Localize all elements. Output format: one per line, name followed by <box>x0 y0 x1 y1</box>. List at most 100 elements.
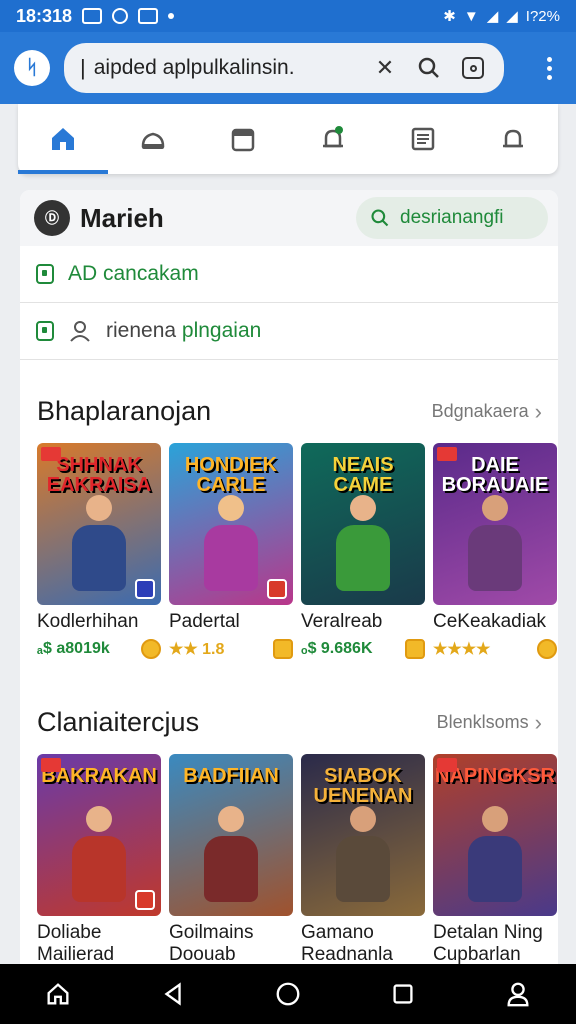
game-cover-image[interactable]: NAPINGKSR <box>433 754 557 916</box>
message-icon <box>82 8 103 24</box>
game-card[interactable]: NAPINGKSR Detalan Ning Cupbarlan <box>433 754 557 966</box>
game-card[interactable]: SHHNAK EAKRAISA Kodlerhihan ₐ$ a8019k <box>37 443 161 659</box>
hero-illustration <box>196 495 266 595</box>
game-title: CeKeakadiak <box>433 611 547 632</box>
search-icon[interactable] <box>412 51 446 85</box>
notification-dot-icon <box>168 13 175 19</box>
person-icon <box>70 321 90 342</box>
game-cover-image[interactable]: BAKRAKAN <box>37 754 161 916</box>
back-icon[interactable] <box>159 980 187 1008</box>
tab-cloud[interactable] <box>108 104 198 174</box>
game-card[interactable]: NEAIS CAME Veralreab ₒ$ 9.686K <box>301 443 425 659</box>
bell-icon <box>323 126 343 148</box>
section-header: Bhaplaranojan Bdgnakaera › <box>20 396 558 427</box>
game-row: SHHNAK EAKRAISA Kodlerhihan ₐ$ a8019k HO… <box>20 443 558 659</box>
folder-icon <box>231 128 255 152</box>
game-cover-image[interactable]: SIABOK UENENAN <box>301 754 425 916</box>
section-header: Claniaitercjus Blenklsoms › <box>20 707 558 738</box>
game-title: Gamano Readnanla <box>301 922 393 965</box>
play-icon <box>267 579 287 599</box>
battery-level: I?2% <box>525 7 560 25</box>
game-card[interactable]: DAIE BORAUAIE CeKeakadiak ★★★★ <box>433 443 557 659</box>
lock-icon <box>36 264 54 284</box>
play-icon <box>135 890 155 910</box>
coin-icon <box>537 639 557 659</box>
home-icon <box>52 128 74 150</box>
app-icon <box>138 8 159 24</box>
overview-icon[interactable] <box>389 980 417 1008</box>
see-more-link[interactable]: Bdgnakaera › <box>432 399 542 425</box>
address-bar[interactable]: | aipded aplpulkalinsin. ✕ <box>64 43 504 93</box>
account-name: Marieh <box>80 202 164 233</box>
list-item-label: AD cancakam <box>68 262 199 285</box>
status-bar: 18:318 ✱ ▼ ◢ ◢ I?2% <box>0 0 576 32</box>
tab-bar <box>18 104 558 174</box>
see-more-link[interactable]: Blenklsoms › <box>437 710 542 736</box>
clear-icon[interactable]: ✕ <box>368 51 402 85</box>
hero-illustration <box>328 495 398 595</box>
signal-icon-2: ◢ <box>506 8 518 25</box>
text-cursor: | <box>80 55 86 80</box>
game-meta: ★★ 1.8 <box>169 639 293 659</box>
game-meta: ₒ$ 9.686K <box>301 639 425 659</box>
game-title: Goilmains Doouab <box>169 922 254 965</box>
tab-list[interactable] <box>378 104 468 174</box>
game-cover-image[interactable]: NEAIS CAME <box>301 443 425 605</box>
badge-icon <box>437 447 457 461</box>
lens-icon[interactable] <box>456 51 490 85</box>
coin-icon <box>273 639 293 659</box>
game-meta: ₐ$ a8019k <box>37 639 161 659</box>
tab-alerts[interactable] <box>468 104 558 174</box>
hero-illustration <box>328 806 398 906</box>
chevron-right-icon: › <box>534 398 542 424</box>
game-card[interactable]: BADFIIAN Goilmains Doouab <box>169 754 293 966</box>
game-title: Doliabe Mailierad <box>37 922 115 965</box>
search-button[interactable]: desrianangfi <box>356 197 548 239</box>
hero-illustration <box>64 495 134 595</box>
home-icon[interactable] <box>44 980 72 1008</box>
game-cover-image[interactable]: BADFIIAN <box>169 754 293 916</box>
hero-illustration <box>196 806 266 906</box>
main-content: Ⓓ Marieh desrianangfi AD cancakam rienen… <box>20 190 558 980</box>
chevron-right-icon: › <box>534 709 542 735</box>
recents-circle-icon[interactable] <box>274 980 302 1008</box>
game-cover-image[interactable]: SHHNAK EAKRAISA <box>37 443 161 605</box>
more-menu-icon[interactable] <box>537 53 562 84</box>
address-text[interactable]: aipded aplpulkalinsin. <box>94 56 358 80</box>
status-time: 18:318 <box>16 5 73 26</box>
game-title: Padertal <box>169 611 240 632</box>
game-card[interactable]: SIABOK UENENAN Gamano Readnanla <box>301 754 425 966</box>
camera-icon <box>112 8 129 24</box>
hero-illustration <box>460 806 530 906</box>
list-item[interactable]: AD cancakam <box>20 246 558 303</box>
game-title: Veralreab <box>301 611 383 632</box>
section-title: Bhaplaranojan <box>37 396 212 426</box>
section-title: Claniaitercjus <box>37 707 200 737</box>
tab-folder[interactable] <box>198 104 288 174</box>
bluetooth-icon: ✱ <box>443 8 456 25</box>
coin-icon <box>405 639 425 659</box>
game-title: Detalan Ning Cupbarlan <box>433 922 543 965</box>
browser-toolbar: ᛋ | aipded aplpulkalinsin. ✕ <box>0 32 576 104</box>
coin-icon <box>141 639 161 659</box>
avatar[interactable]: Ⓓ <box>34 200 70 236</box>
game-card[interactable]: BAKRAKAN Doliabe Mailierad <box>37 754 161 966</box>
hero-illustration <box>460 495 530 595</box>
game-meta: ★★★★ <box>433 639 557 659</box>
tab-home[interactable] <box>18 104 108 174</box>
game-row: BAKRAKAN Doliabe Mailierad BADFIIAN Goil… <box>20 754 558 966</box>
badge-icon <box>41 758 61 772</box>
play-icon <box>135 579 155 599</box>
badge-icon <box>437 758 457 772</box>
badge-icon <box>41 447 61 461</box>
search-button-label: desrianangfi <box>400 207 504 228</box>
tab-notifications[interactable] <box>288 104 378 174</box>
game-cover-image[interactable]: DAIE BORAUAIE <box>433 443 557 605</box>
notification-icon <box>503 129 523 148</box>
list-item[interactable]: rienena plngaian <box>20 303 558 360</box>
game-card[interactable]: HONDIEK CARLE Padertal ★★ 1.8 <box>169 443 293 659</box>
profile-icon[interactable] <box>504 980 532 1008</box>
browser-logo-icon[interactable]: ᛋ <box>14 50 50 86</box>
game-cover-image[interactable]: HONDIEK CARLE <box>169 443 293 605</box>
signal-icon: ◢ <box>486 8 499 25</box>
